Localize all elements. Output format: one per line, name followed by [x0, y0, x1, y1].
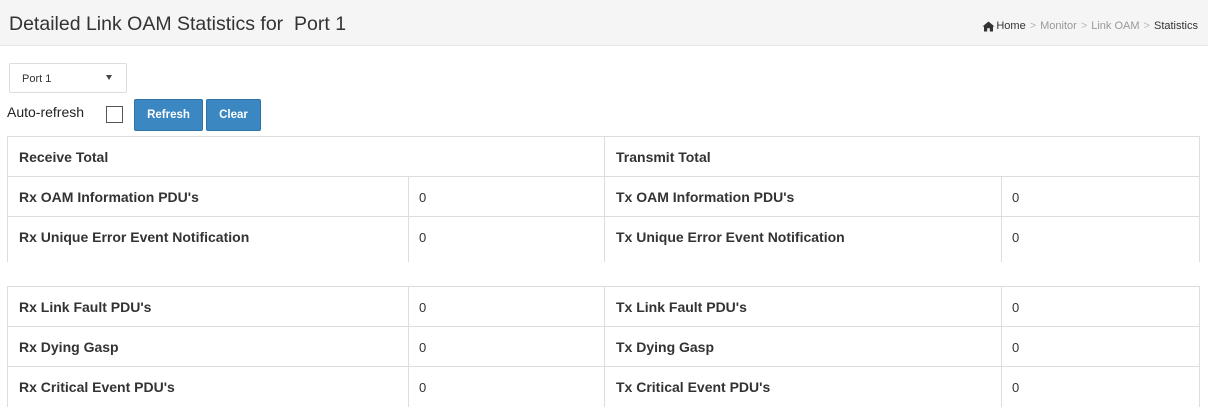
breadcrumb: Home > Monitor > Link OAM > Statistics	[982, 20, 1198, 32]
table-row: Rx OAM Information PDU's 0 Tx OAM Inform…	[7, 176, 1200, 217]
breadcrumb-separator: >	[1029, 20, 1037, 32]
table-header-row: Receive Total Transmit Total	[7, 136, 1200, 177]
breadcrumb-link-oam[interactable]: Link OAM	[1091, 20, 1139, 32]
rx-value: 0	[408, 327, 604, 367]
breadcrumb-separator: >	[1080, 20, 1088, 32]
rx-label: Rx Unique Error Event Notification	[7, 217, 408, 257]
page-header: Detailed Link OAM Statistics for Port 1 …	[0, 0, 1208, 46]
tx-label: Tx Critical Event PDU's	[604, 367, 1001, 407]
refresh-button[interactable]: Refresh	[134, 99, 203, 131]
tx-label: Tx Unique Error Event Notification	[604, 217, 1001, 257]
table-row: Rx Dying Gasp 0 Tx Dying Gasp 0	[7, 326, 1200, 367]
rx-label: Rx Critical Event PDU's	[7, 367, 408, 407]
tx-label: Tx Link Fault PDU's	[604, 287, 1001, 327]
chevron-down-icon	[106, 75, 112, 80]
breadcrumb-home[interactable]: Home	[996, 20, 1025, 32]
rx-value: 0	[408, 177, 604, 217]
rx-value: 0	[408, 287, 604, 327]
auto-refresh-checkbox[interactable]	[106, 106, 123, 123]
home-icon[interactable]	[982, 21, 995, 32]
table-gap	[7, 257, 1200, 262]
rx-label: Rx Dying Gasp	[7, 327, 408, 367]
table-row: Rx Link Fault PDU's 0 Tx Link Fault PDU'…	[7, 286, 1200, 327]
tx-label: Tx OAM Information PDU's	[604, 177, 1001, 217]
tx-value: 0	[1001, 287, 1200, 327]
port-select-value: Port 1	[22, 73, 52, 85]
receive-total-header: Receive Total	[7, 137, 604, 177]
table-row: Rx Unique Error Event Notification 0 Tx …	[7, 216, 1200, 257]
breadcrumb-statistics: Statistics	[1153, 20, 1198, 32]
tx-label: Tx Dying Gasp	[604, 327, 1001, 367]
breadcrumb-separator: >	[1143, 20, 1150, 32]
transmit-total-header: Transmit Total	[604, 137, 1200, 177]
rx-value: 0	[408, 217, 604, 257]
rx-label: Rx OAM Information PDU's	[7, 177, 408, 217]
page-title: Detailed Link OAM Statistics for Port 1	[9, 13, 347, 35]
rx-label: Rx Link Fault PDU's	[7, 287, 408, 327]
clear-button[interactable]: Clear	[206, 99, 261, 131]
tx-value: 0	[1001, 217, 1200, 257]
tx-value: 0	[1001, 367, 1200, 407]
tx-value: 0	[1001, 327, 1200, 367]
port-select[interactable]: Port 1	[9, 63, 127, 93]
rx-value: 0	[408, 367, 604, 407]
breadcrumb-monitor[interactable]: Monitor	[1040, 20, 1077, 32]
tx-value: 0	[1001, 177, 1200, 217]
auto-refresh-label: Auto-refresh	[7, 104, 85, 120]
table-row: Rx Critical Event PDU's 0 Tx Critical Ev…	[7, 366, 1200, 407]
